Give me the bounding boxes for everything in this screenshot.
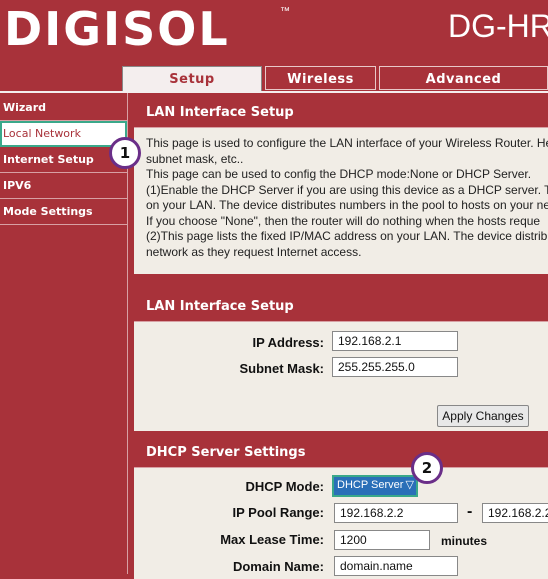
ip-pool-end-input[interactable]: 192.168.2.2 — [482, 503, 548, 523]
intro-line: (2)This page lists the fixed IP/MAC addr… — [146, 229, 548, 243]
model-name: DG-HR — [448, 8, 548, 44]
chevron-down-icon: ▽ — [405, 479, 414, 491]
intro-line: subnet mask, etc.. — [146, 151, 244, 166]
tab-wireless[interactable]: Wireless — [265, 66, 376, 90]
domain-name-input[interactable]: domain.name — [334, 556, 458, 576]
sidebar-item-internet-setup[interactable]: Internet Setup — [0, 147, 127, 173]
dhcp-title: DHCP Server Settings — [134, 439, 548, 468]
intro-title: LAN Interface Setup — [134, 99, 548, 128]
dhcp-mode-select[interactable]: DHCP Server ▽ — [332, 475, 418, 497]
lease-unit: minutes — [441, 534, 488, 548]
sidebar: Wizard Local Network Internet Setup IPV6… — [0, 93, 128, 574]
subnet-mask-label: Subnet Mask: — [239, 361, 324, 376]
ip-pool-start-input[interactable]: 192.168.2.2 — [334, 503, 458, 523]
apply-changes-button[interactable]: Apply Changes — [437, 405, 529, 427]
intro-line: This page is used to configure the LAN i… — [146, 136, 548, 150]
trademark-symbol: ™ — [280, 6, 290, 17]
dhcp-panel: DHCP Server Settings DHCP Mode: DHCP Ser… — [134, 439, 548, 579]
dhcp-mode-label: DHCP Mode: — [245, 479, 324, 494]
lan-title: LAN Interface Setup — [134, 293, 548, 322]
lan-panel: LAN Interface Setup IP Address: 192.168.… — [134, 293, 548, 431]
ip-pool-range-label: IP Pool Range: — [232, 505, 325, 520]
intro-line: This page can be used to config the DHCP… — [146, 167, 532, 181]
step-1-badge: 1 — [109, 137, 141, 169]
dhcp-mode-value: DHCP Server — [337, 479, 404, 491]
sidebar-item-ipv6[interactable]: IPV6 — [0, 173, 127, 199]
max-lease-time-label: Max Lease Time: — [220, 532, 324, 547]
sidebar-item-local-network[interactable]: Local Network — [0, 121, 127, 147]
intro-line: (1)Enable the DHCP Server if you are usi… — [146, 182, 548, 197]
sidebar-item-wizard[interactable]: Wizard — [0, 95, 127, 121]
max-lease-time-input[interactable]: 1200 — [334, 530, 430, 550]
sidebar-item-mode-settings[interactable]: Mode Settings — [0, 199, 127, 225]
intro-description: This page is used to configure the LAN i… — [134, 128, 548, 260]
intro-line: network as they request Internet access. — [146, 244, 362, 259]
ip-address-label: IP Address: — [252, 335, 324, 350]
subnet-mask-input[interactable]: 255.255.255.0 — [332, 357, 458, 377]
ip-address-input[interactable]: 192.168.2.1 — [332, 331, 458, 351]
intro-line: If you choose "None", then the router wi… — [146, 213, 541, 228]
domain-name-label: Domain Name: — [232, 559, 324, 574]
tab-bar: Setup Wireless Advanced — [0, 66, 548, 92]
tab-setup[interactable]: Setup — [122, 66, 262, 92]
step-2-badge: 2 — [411, 452, 443, 484]
tab-advanced[interactable]: Advanced — [379, 66, 548, 90]
pool-range-separator: - — [467, 503, 473, 520]
header: DIGISOL ™ DG-HR — [0, 0, 548, 62]
intro-line: on your LAN. The device distributes numb… — [146, 198, 548, 212]
main-content: LAN Interface Setup This page is used to… — [128, 93, 548, 579]
digisol-logo: DIGISOL — [4, 2, 230, 56]
intro-panel: LAN Interface Setup This page is used to… — [134, 99, 548, 274]
